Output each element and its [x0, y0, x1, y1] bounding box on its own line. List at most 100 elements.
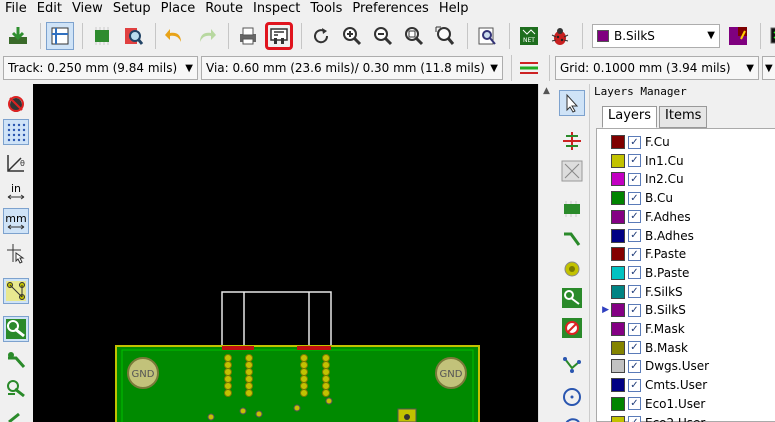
drc-bug-icon[interactable]: [546, 22, 574, 50]
layer-visibility-checkbox[interactable]: ✓: [628, 266, 641, 280]
redo-icon[interactable]: [192, 22, 220, 50]
menu-place[interactable]: Place: [156, 0, 201, 17]
layer-row[interactable]: ✓ F.Cu: [597, 133, 670, 151]
layer-color-swatch[interactable]: [611, 265, 625, 280]
layer-row[interactable]: ✓ B.Adhes: [597, 227, 694, 245]
show-vias-icon[interactable]: [3, 347, 29, 373]
zoom-in-icon[interactable]: [338, 22, 366, 50]
scroll-up-arrow-icon[interactable]: ▲: [543, 86, 550, 96]
add-arc-icon[interactable]: [559, 412, 585, 422]
show-pads-sketch-icon[interactable]: [3, 316, 29, 342]
zoom-fit-icon[interactable]: [400, 22, 428, 50]
menu-route[interactable]: Route: [200, 0, 248, 17]
select-tool-icon[interactable]: [559, 90, 585, 116]
plot-icon[interactable]: [265, 21, 293, 50]
layer-visibility-checkbox[interactable]: ✓: [628, 397, 641, 411]
layer-visibility-checkbox[interactable]: ✓: [628, 322, 641, 336]
layer-color-swatch[interactable]: [611, 228, 625, 243]
menu-setup[interactable]: Setup: [108, 0, 156, 17]
layer-color-swatch[interactable]: [611, 396, 625, 411]
auto-track-width-icon[interactable]: [517, 56, 541, 80]
tab-layers[interactable]: Layers: [602, 106, 658, 128]
pcb-canvas[interactable]: GND GND: [33, 84, 538, 422]
layer-row[interactable]: ✓ In2.Cu: [597, 170, 684, 188]
show-zones-icon[interactable]: [3, 408, 29, 422]
layer-row[interactable]: ✓ F.Paste: [597, 245, 686, 263]
footprint-editor-icon[interactable]: [88, 22, 116, 50]
layer-visibility-checkbox[interactable]: ✓: [628, 154, 641, 168]
refresh-icon[interactable]: [307, 22, 335, 50]
layer-color-swatch[interactable]: [611, 359, 625, 374]
cursor-shape-icon[interactable]: [3, 240, 29, 266]
via-size-select[interactable]: Via: 0.60 mm (23.6 mils)/ 0.30 mm (11.8 …: [201, 56, 503, 80]
grid-select[interactable]: Grid: 0.1000 mm (3.94 mils) ▼: [555, 56, 759, 80]
menu-view[interactable]: View: [67, 0, 108, 17]
menu-preferences[interactable]: Preferences: [347, 0, 433, 17]
track-width-select[interactable]: Track: 0.250 mm (9.84 mils) * ▼: [3, 56, 198, 80]
layer-row[interactable]: ✓ F.SilkS: [597, 283, 683, 301]
layer-visibility-checkbox[interactable]: ✓: [628, 303, 641, 317]
highlight-net-icon[interactable]: [559, 128, 585, 154]
canvas-vertical-scrollbar[interactable]: ▲: [538, 84, 555, 422]
layer-color-swatch[interactable]: [611, 135, 625, 149]
layer-visibility-checkbox[interactable]: ✓: [628, 135, 641, 149]
layer-visibility-checkbox[interactable]: ✓: [628, 359, 641, 373]
layer-pair-icon[interactable]: [724, 22, 752, 50]
scripting-console-icon[interactable]: [766, 22, 775, 50]
menu-edit[interactable]: Edit: [32, 0, 67, 17]
menu-inspect[interactable]: Inspect: [248, 0, 305, 17]
netlist-icon[interactable]: NET: [515, 22, 543, 50]
layer-visibility-checkbox[interactable]: ✓: [628, 210, 641, 224]
zoom-out-icon[interactable]: [369, 22, 397, 50]
layer-color-swatch[interactable]: [611, 172, 625, 187]
show-tracks-sketch-icon[interactable]: [3, 376, 29, 402]
layer-visibility-checkbox[interactable]: ✓: [628, 172, 641, 186]
local-ratsnest-icon[interactable]: [559, 158, 585, 184]
add-circle-icon[interactable]: [559, 384, 585, 410]
layer-color-swatch[interactable]: [611, 209, 625, 224]
layer-select-dropdown[interactable]: B.SilkS ▼: [592, 23, 720, 48]
footprint-browser-icon[interactable]: [119, 22, 147, 50]
ratsnest-icon[interactable]: [3, 278, 29, 304]
layer-color-swatch[interactable]: [611, 415, 625, 422]
layer-visibility-checkbox[interactable]: ✓: [628, 247, 641, 261]
print-icon[interactable]: [234, 22, 262, 50]
layer-color-swatch[interactable]: [611, 378, 625, 393]
units-inch-button[interactable]: in: [3, 178, 29, 204]
undo-icon[interactable]: [161, 22, 189, 50]
layer-color-swatch[interactable]: [611, 153, 625, 168]
layer-color-swatch[interactable]: [611, 284, 625, 299]
layer-color-swatch[interactable]: [611, 191, 625, 206]
layer-row[interactable]: ✓ In1.Cu: [597, 152, 684, 170]
layer-row[interactable]: ✓ B.Cu: [597, 189, 673, 207]
layer-row[interactable]: ✓ Eco2.User: [597, 414, 705, 422]
grid-toggle-icon[interactable]: [3, 119, 29, 145]
tab-items[interactable]: Items: [659, 106, 708, 128]
layer-row[interactable]: ✓ Eco1.User: [597, 395, 705, 413]
load-board-icon[interactable]: [4, 22, 32, 50]
find-icon[interactable]: [473, 22, 501, 50]
layer-row[interactable]: ✓ Dwgs.User: [597, 357, 709, 375]
keepout-zone-icon[interactable]: [559, 315, 585, 341]
menu-file[interactable]: File: [0, 0, 32, 17]
route-track-icon[interactable]: [559, 226, 585, 252]
add-via-icon[interactable]: [559, 256, 585, 282]
add-graphic-line-icon[interactable]: [559, 352, 585, 378]
drc-off-icon[interactable]: [3, 90, 29, 116]
menu-tools[interactable]: Tools: [305, 0, 347, 17]
layer-row[interactable]: ✓ F.Mask: [597, 320, 685, 338]
layer-color-swatch[interactable]: [611, 247, 625, 262]
layer-visibility-checkbox[interactable]: ✓: [628, 229, 641, 242]
layer-row[interactable]: ✓ F.Adhes: [597, 208, 691, 226]
layer-color-swatch[interactable]: [611, 303, 625, 318]
layer-visibility-checkbox[interactable]: ✓: [628, 191, 641, 205]
layer-visibility-checkbox[interactable]: ✓: [628, 285, 641, 299]
layer-visibility-checkbox[interactable]: ✓: [628, 416, 641, 422]
layer-color-swatch[interactable]: [611, 322, 625, 336]
zoom-selection-icon[interactable]: [431, 22, 459, 50]
units-mm-button[interactable]: mm: [3, 208, 29, 234]
layer-color-swatch[interactable]: [611, 340, 625, 355]
layer-row[interactable]: ✓ B.Paste: [597, 264, 689, 282]
polar-coords-icon[interactable]: θ: [3, 150, 29, 176]
menu-help[interactable]: Help: [434, 0, 474, 17]
